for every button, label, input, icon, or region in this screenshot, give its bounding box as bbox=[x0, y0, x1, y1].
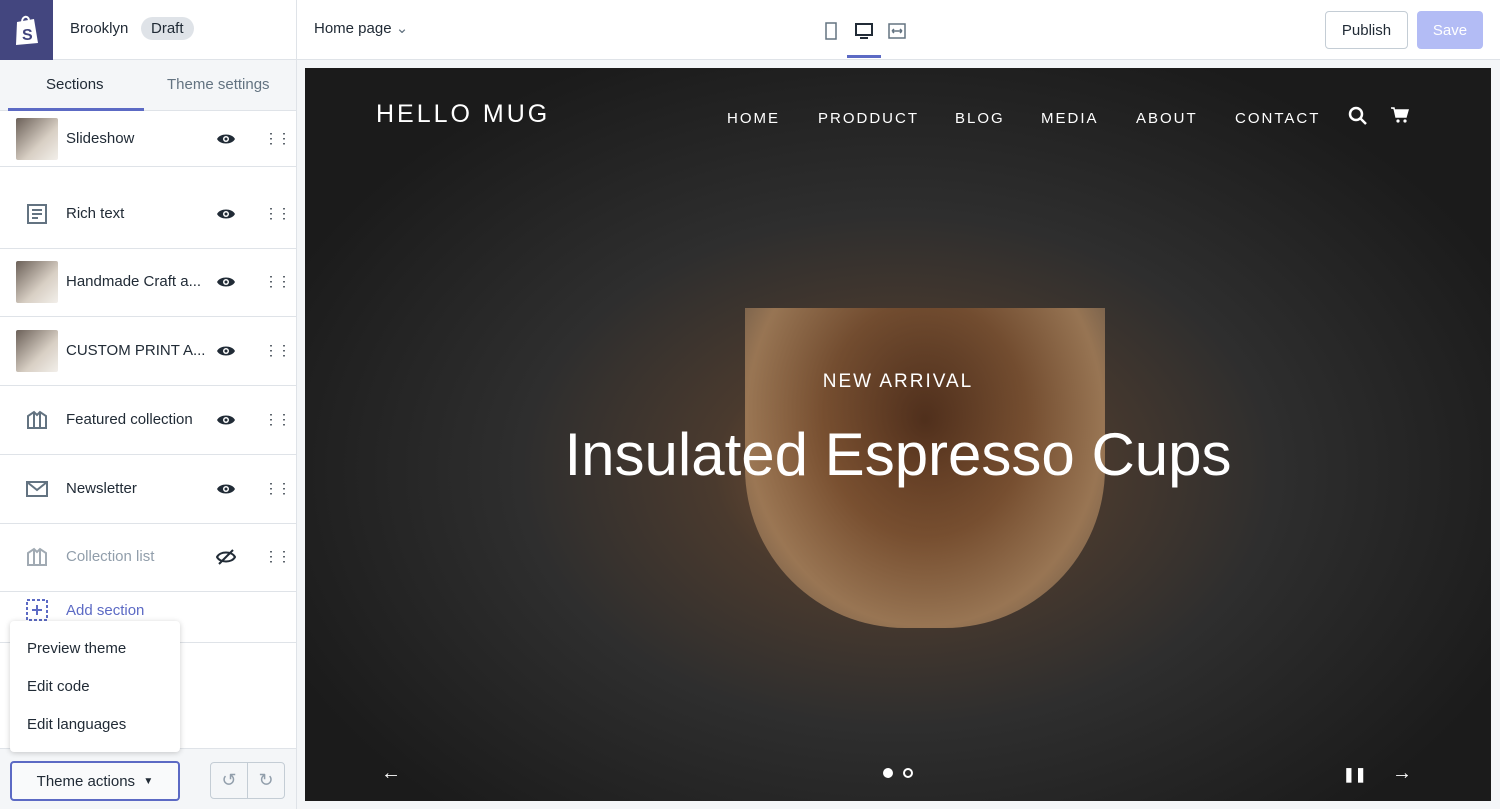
store-brand[interactable]: HELLO MUG bbox=[376, 100, 550, 129]
section-label: Featured collection bbox=[66, 410, 193, 428]
drag-handle-icon[interactable]: ⋮⋮ bbox=[264, 342, 291, 359]
eye-hidden-icon[interactable] bbox=[216, 549, 236, 565]
tab-sections[interactable]: Sections bbox=[46, 76, 104, 93]
shopify-logo[interactable]: S bbox=[0, 0, 53, 60]
nav-about[interactable]: ABOUT bbox=[1136, 110, 1198, 127]
hero-subtitle: NEW ARRIVAL bbox=[822, 371, 974, 392]
section-thumbnail bbox=[16, 261, 58, 304]
eye-icon[interactable] bbox=[216, 482, 236, 496]
mail-icon bbox=[26, 480, 48, 497]
theme-actions-label: Theme actions bbox=[36, 772, 136, 790]
desktop-view-icon[interactable] bbox=[853, 20, 875, 42]
arrow-right-icon[interactable]: → bbox=[1392, 762, 1412, 785]
undo-icon[interactable]: ↺ bbox=[211, 763, 247, 798]
tab-theme-settings[interactable]: Theme settings bbox=[167, 76, 270, 93]
menu-item-preview-theme[interactable]: Preview theme bbox=[27, 640, 126, 657]
chevron-down-icon: ⌄ bbox=[395, 20, 409, 37]
sidebar-divider bbox=[296, 0, 297, 809]
nav-home[interactable]: HOME bbox=[727, 110, 780, 127]
active-view-indicator bbox=[847, 55, 881, 58]
theme-actions-button[interactable]: Theme actions ▼ bbox=[10, 761, 180, 801]
eye-icon[interactable] bbox=[216, 344, 236, 358]
nav-contact[interactable]: CONTACT bbox=[1235, 110, 1320, 127]
eye-icon[interactable] bbox=[216, 132, 236, 146]
section-thumbnail bbox=[16, 118, 58, 160]
drag-handle-icon[interactable]: ⋮⋮ bbox=[264, 480, 291, 497]
publish-button[interactable]: Publish bbox=[1325, 11, 1408, 49]
page-selector[interactable]: Home page ⌄ bbox=[314, 19, 408, 37]
section-thumbnail bbox=[16, 330, 58, 373]
section-item[interactable]: Slideshow ⋮⋮ bbox=[0, 111, 296, 167]
collection-icon bbox=[27, 410, 47, 429]
section-item[interactable]: Newsletter ⋮⋮ bbox=[0, 455, 296, 524]
add-icon bbox=[26, 599, 48, 621]
svg-text:S: S bbox=[22, 27, 33, 44]
arrow-left-icon[interactable]: ← bbox=[381, 762, 401, 785]
fullscreen-view-icon[interactable] bbox=[886, 20, 908, 42]
status-badge: Draft bbox=[141, 17, 194, 40]
redo-icon[interactable]: ↻ bbox=[247, 763, 284, 798]
nav-blog[interactable]: BLOG bbox=[955, 110, 1005, 127]
section-label: Rich text bbox=[66, 204, 125, 222]
store-name: Brooklyn bbox=[70, 20, 129, 37]
nav-product[interactable]: PRODDUCT bbox=[818, 110, 919, 127]
search-icon[interactable] bbox=[1348, 106, 1368, 126]
drag-handle-icon[interactable]: ⋮⋮ bbox=[264, 205, 291, 222]
drag-handle-icon[interactable]: ⋮⋮ bbox=[264, 130, 291, 147]
eye-icon[interactable] bbox=[216, 413, 236, 427]
section-item[interactable]: Rich text ⋮⋮ bbox=[0, 180, 296, 249]
drag-handle-icon[interactable]: ⋮⋮ bbox=[264, 548, 291, 565]
section-label: Collection list bbox=[66, 548, 155, 566]
menu-item-edit-code[interactable]: Edit code bbox=[27, 678, 90, 695]
theme-actions-menu: Preview theme Edit code Edit languages bbox=[10, 621, 180, 752]
drag-handle-icon[interactable]: ⋮⋮ bbox=[264, 273, 291, 290]
collection-icon bbox=[27, 547, 47, 567]
section-label: Handmade Craft a... bbox=[66, 273, 202, 291]
pause-icon[interactable]: ❚❚ bbox=[1343, 766, 1366, 783]
text-icon bbox=[27, 203, 47, 224]
mobile-view-icon[interactable] bbox=[820, 20, 842, 42]
page-selector-label: Home page bbox=[314, 20, 392, 37]
section-label: Newsletter bbox=[66, 479, 137, 497]
eye-icon[interactable] bbox=[216, 207, 236, 221]
add-section-label: Add section bbox=[66, 602, 145, 619]
section-item[interactable]: CUSTOM PRINT A... ⋮⋮ bbox=[0, 317, 296, 387]
menu-item-edit-languages[interactable]: Edit languages bbox=[27, 716, 126, 733]
caret-down-icon: ▼ bbox=[143, 775, 154, 787]
save-button[interactable]: Save bbox=[1417, 11, 1483, 49]
section-item[interactable]: Featured collection ⋮⋮ bbox=[0, 386, 296, 455]
section-label: Slideshow bbox=[66, 130, 135, 147]
cart-icon[interactable] bbox=[1390, 106, 1410, 124]
nav-media[interactable]: MEDIA bbox=[1041, 110, 1099, 127]
eye-icon[interactable] bbox=[216, 275, 236, 289]
slide-dot[interactable] bbox=[903, 768, 913, 778]
theme-preview[interactable]: HELLO MUG HOME PRODDUCT BLOG MEDIA ABOUT… bbox=[305, 68, 1491, 801]
drag-handle-icon[interactable]: ⋮⋮ bbox=[264, 411, 291, 428]
slide-dot-active[interactable] bbox=[883, 768, 893, 778]
top-bar: S Brooklyn Draft Home page ⌄ Publish Sav… bbox=[0, 0, 1500, 60]
section-label: CUSTOM PRINT A... bbox=[66, 342, 206, 360]
hero-title: Insulated Espresso Cups bbox=[564, 421, 1232, 488]
bottom-bar: Theme actions ▼ ↺ ↻ bbox=[0, 748, 296, 809]
section-item[interactable]: Handmade Craft a... ⋮⋮ bbox=[0, 248, 296, 318]
